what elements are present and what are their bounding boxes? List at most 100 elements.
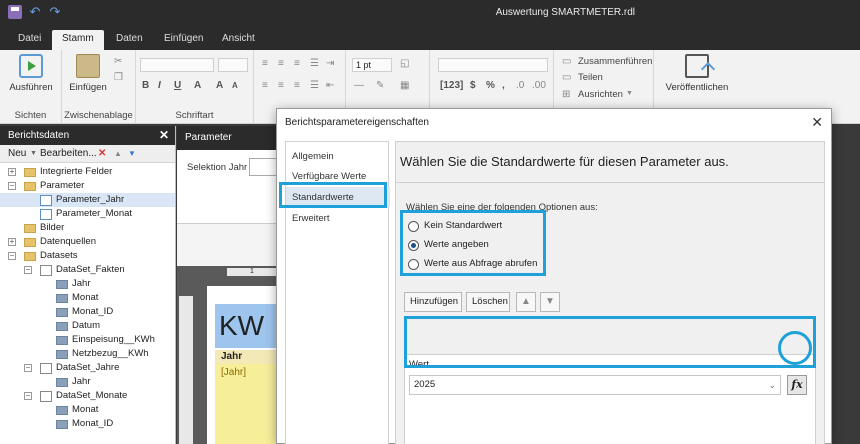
tree-item[interactable]: − Parameter (0, 179, 175, 193)
chevron-down-icon[interactable]: ⌄ (768, 376, 776, 394)
move-down-icon[interactable]: ▼ (128, 149, 136, 158)
expand-toggle-icon[interactable]: − (24, 266, 32, 274)
tree-item[interactable]: Parameter_Jahr (0, 193, 175, 207)
align-button[interactable]: Ausrichten (578, 89, 623, 100)
italic-button[interactable]: I (158, 80, 161, 91)
bullet-list-icon[interactable]: ☰ (310, 58, 319, 69)
underline-button[interactable]: U (174, 80, 181, 91)
placeholder-icon[interactable]: [123] (440, 80, 463, 91)
number-format-select[interactable] (438, 58, 548, 72)
nav-standardwerte[interactable]: Standardwerte (286, 187, 390, 207)
tab-stamm[interactable]: Stamm (52, 30, 104, 50)
expand-toggle-icon[interactable]: + (8, 238, 16, 246)
nav-verfuegbare-werte[interactable]: Verfügbare Werte (286, 166, 390, 186)
percent-icon[interactable]: % (486, 80, 495, 91)
paste-button[interactable]: Einfügen (62, 54, 114, 93)
tree-item[interactable]: − DataSet_Fakten (0, 263, 175, 277)
tree-item[interactable]: Parameter_Monat (0, 207, 175, 221)
border-width-select[interactable]: 1 pt (352, 58, 392, 72)
indent-icon[interactable]: ⇥ (326, 58, 334, 69)
border-color-icon[interactable]: ✎ (376, 80, 384, 91)
style-icon[interactable]: , (502, 80, 505, 91)
decrease-decimal-icon[interactable]: .00 (532, 80, 546, 91)
new-dropdown-icon[interactable]: ▼ (30, 150, 37, 157)
close-icon[interactable]: ✕ (159, 128, 169, 142)
chevron-down-icon[interactable]: ▼ (626, 90, 633, 97)
parameter-input[interactable] (249, 158, 277, 176)
expand-toggle-icon[interactable]: − (24, 364, 32, 372)
value-input[interactable]: 2025 ⌄ (409, 375, 781, 395)
font-family-select[interactable] (140, 58, 214, 72)
tree-item[interactable]: + Datenquellen (0, 235, 175, 249)
tree-item[interactable]: Monat_ID (0, 417, 175, 431)
tree-item[interactable]: Bilder (0, 221, 175, 235)
run-button[interactable]: Ausführen (5, 54, 57, 93)
expand-toggle-icon[interactable]: − (24, 392, 32, 400)
expand-toggle-icon[interactable]: − (8, 182, 16, 190)
table-header-jahr[interactable]: Jahr (215, 350, 277, 364)
currency-icon[interactable]: $ (470, 80, 476, 91)
tree-item[interactable]: Monat (0, 291, 175, 305)
tab-ansicht[interactable]: Ansicht (212, 30, 265, 50)
copy-icon[interactable]: ❐ (114, 72, 123, 83)
publish-button[interactable]: Veröffentlichen (662, 54, 732, 93)
border-style-icon[interactable]: ◱ (400, 58, 409, 69)
close-icon[interactable]: ✕ (811, 114, 823, 131)
expression-button[interactable]: fx (787, 375, 807, 395)
tree-item[interactable]: Jahr (0, 277, 175, 291)
align-middle-icon[interactable]: ≡ (294, 80, 300, 91)
cut-icon[interactable]: ✂ (114, 56, 122, 67)
field-icon (56, 294, 68, 303)
tab-einfuegen[interactable]: Einfügen (154, 30, 213, 50)
font-color-button[interactable]: A (194, 80, 201, 91)
delete-button[interactable]: Löschen (466, 292, 510, 312)
tree-item[interactable]: Einspeisung__KWh (0, 333, 175, 347)
align-center-icon[interactable]: ≡ (278, 58, 284, 69)
edit-button[interactable]: Bearbeiten... (40, 148, 97, 159)
font-size-select[interactable] (218, 58, 248, 72)
grow-font-button[interactable]: A (216, 80, 223, 91)
tab-daten[interactable]: Daten (106, 30, 153, 50)
move-up-button[interactable]: ▲ (516, 292, 536, 312)
expand-toggle-icon[interactable]: + (8, 168, 16, 176)
report-title-textbox[interactable]: KW (215, 304, 277, 348)
delete-icon[interactable]: ✕ (98, 148, 106, 159)
tree-item[interactable]: Jahr (0, 375, 175, 389)
report-page[interactable]: KW Jahr [Jahr] (207, 286, 277, 444)
align-top-icon[interactable]: ≡ (278, 80, 284, 91)
increase-decimal-icon[interactable]: .0 (516, 80, 524, 91)
merge-button[interactable]: Zusammenführen (578, 56, 652, 67)
tree-item[interactable]: Netzbezug__KWh (0, 347, 175, 361)
nav-allgemein[interactable]: Allgemein (286, 146, 390, 166)
add-button[interactable]: Hinzufügen (404, 292, 462, 312)
align-right-icon[interactable]: ≡ (294, 58, 300, 69)
tree-item[interactable]: − Datasets (0, 249, 175, 263)
tree-item[interactable]: Monat_ID (0, 305, 175, 319)
expand-toggle-icon[interactable]: − (8, 252, 16, 260)
tree-item[interactable]: + Integrierte Felder (0, 165, 175, 179)
tree-item[interactable]: Monat (0, 403, 175, 417)
radio-werte-angeben[interactable]: Werte angeben (408, 238, 489, 252)
radio-werte-aus-abfrage[interactable]: Werte aus Abfrage abrufen (408, 257, 537, 271)
tree-item[interactable]: − DataSet_Jahre (0, 361, 175, 375)
dialog-content: Wählen Sie die Standardwerte für diesen … (395, 141, 825, 444)
numbered-list-icon[interactable]: ☰ (310, 80, 319, 91)
move-up-icon[interactable]: ▲ (114, 149, 122, 158)
radio-kein-standardwert[interactable]: Kein Standardwert (408, 219, 502, 233)
nav-erweitert[interactable]: Erweitert (286, 208, 390, 228)
justify-icon[interactable]: ≡ (262, 80, 268, 91)
field-icon (56, 406, 68, 415)
tab-datei[interactable]: Datei (8, 30, 51, 50)
bold-button[interactable]: B (142, 80, 149, 91)
new-button[interactable]: Neu (8, 148, 26, 159)
borders-icon[interactable]: ▦ (400, 80, 409, 91)
tree-item[interactable]: − DataSet_Monate (0, 389, 175, 403)
border-line-icon[interactable]: — (354, 80, 364, 91)
shrink-font-button[interactable]: A (232, 81, 238, 90)
split-button[interactable]: Teilen (578, 72, 603, 83)
outdent-icon[interactable]: ⇤ (326, 80, 334, 91)
move-down-button[interactable]: ▼ (540, 292, 560, 312)
align-left-icon[interactable]: ≡ (262, 58, 268, 69)
table-cell-jahr[interactable]: [Jahr] (215, 364, 277, 444)
tree-item[interactable]: Datum (0, 319, 175, 333)
